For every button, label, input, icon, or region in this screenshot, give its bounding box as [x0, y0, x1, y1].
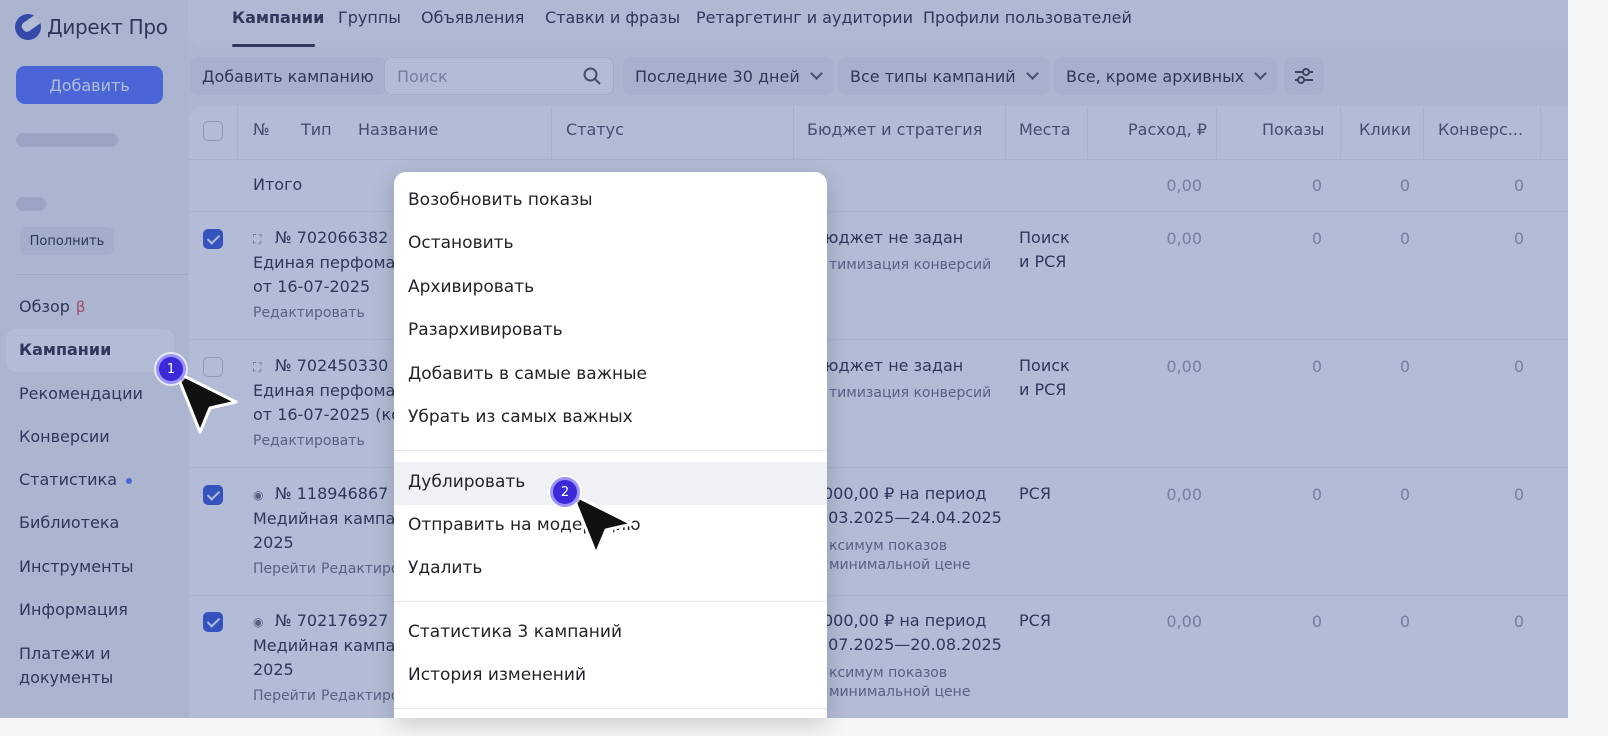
menu-item-statistics[interactable]: Статистика 3 кампаний [408, 622, 622, 642]
context-menu: Возобновить показы Остановить Архивирова… [394, 172, 827, 718]
divider [394, 450, 827, 451]
divider [394, 708, 827, 709]
menu-item-history[interactable]: История изменений [408, 665, 586, 685]
step-badge: 2 [550, 477, 580, 507]
menu-item-delete[interactable]: Удалить [408, 558, 482, 578]
menu-item-duplicate[interactable]: Дублировать [408, 472, 525, 492]
divider [394, 601, 827, 602]
menu-item-resume[interactable]: Возобновить показы [408, 190, 593, 210]
menu-item-remove-important[interactable]: Убрать из самых важных [408, 407, 633, 427]
menu-item-unarchive[interactable]: Разархивировать [408, 320, 563, 340]
menu-item-add-important[interactable]: Добавить в самые важные [408, 364, 647, 384]
menu-item-stop[interactable]: Остановить [408, 233, 514, 253]
menu-item-archive[interactable]: Архивировать [408, 277, 534, 297]
step-badge: 1 [156, 354, 186, 384]
